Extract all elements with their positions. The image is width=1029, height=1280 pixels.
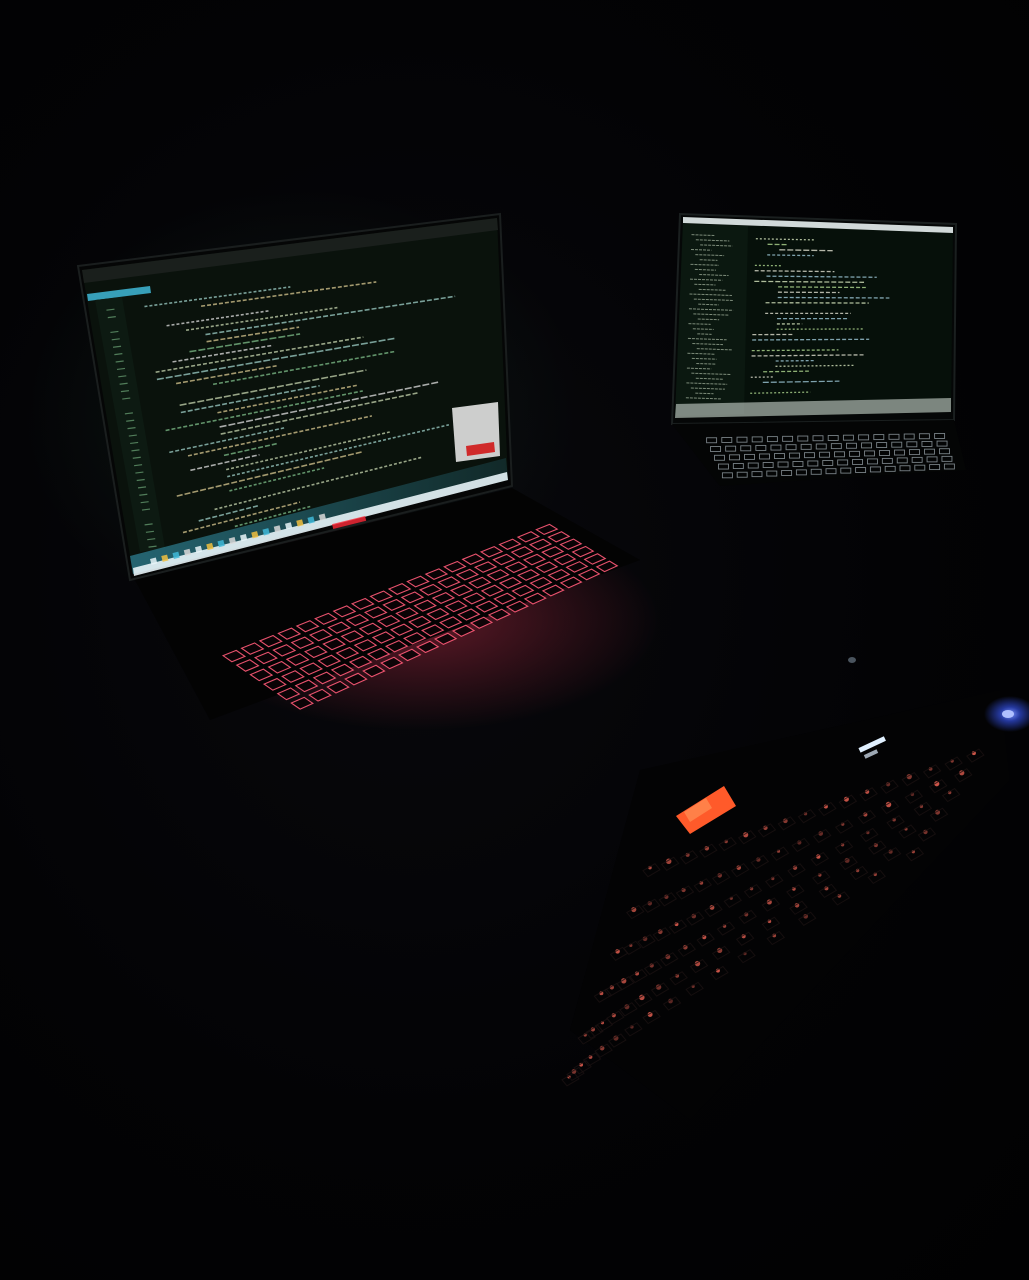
- dark-desk-scene: [0, 0, 1029, 1280]
- reflection-dot: [848, 657, 856, 663]
- right-screen-file-tree: [675, 224, 748, 416]
- desk-illustration: [20, 190, 1029, 1120]
- desk-keyboard-body: [570, 690, 1010, 1120]
- code-line: [779, 249, 833, 252]
- key: [573, 1060, 592, 1075]
- desk-keyboard: [561, 690, 1010, 1120]
- code-line: [778, 286, 866, 289]
- right-laptop-deck: [672, 420, 966, 486]
- file-tree-entry: [696, 362, 716, 365]
- mouse-led: [1002, 710, 1014, 718]
- right-laptop: [670, 212, 966, 486]
